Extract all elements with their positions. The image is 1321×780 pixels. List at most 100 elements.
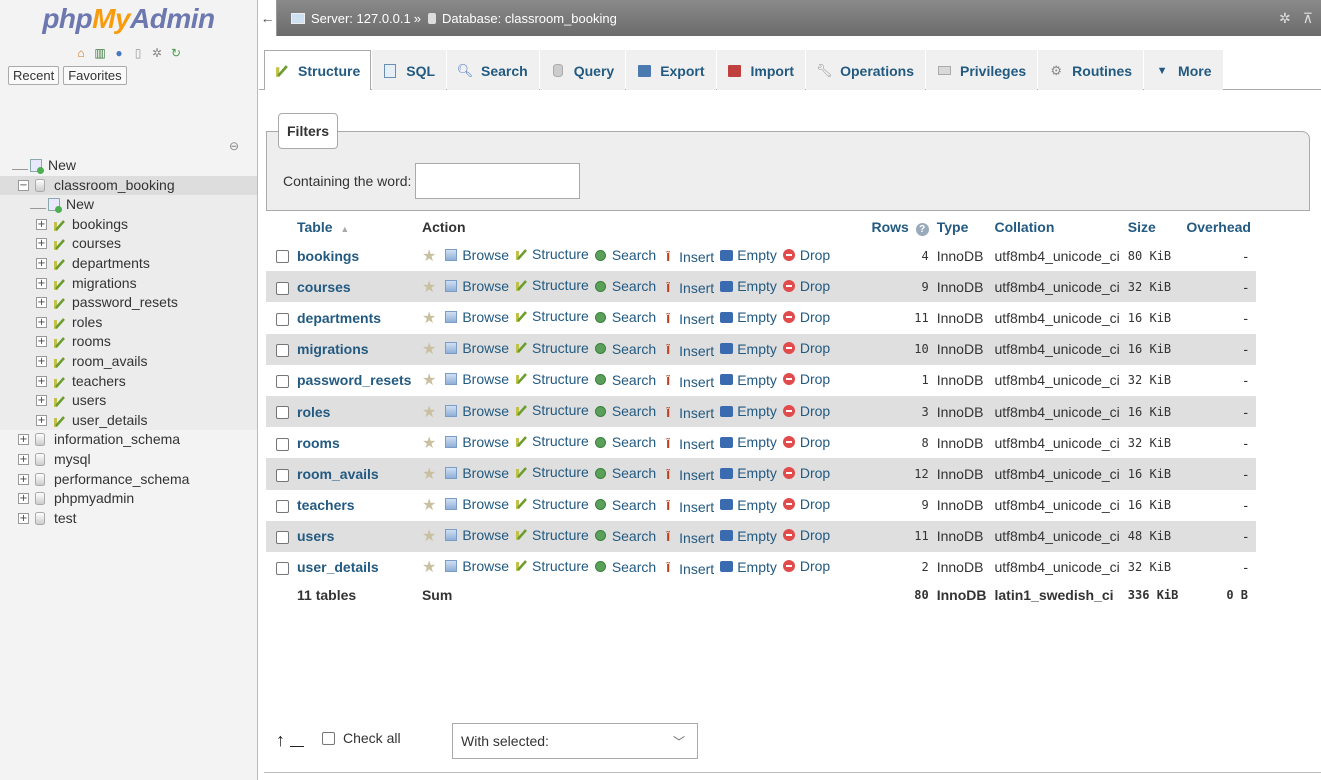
- nav-tree-label[interactable]: roles: [72, 313, 102, 332]
- breadcrumb-database[interactable]: Database: classroom_booking: [442, 11, 617, 26]
- nav-tree-item-password-resets[interactable]: + password_resets: [0, 293, 257, 313]
- insert-action[interactable]: Ĩ Insert: [661, 249, 714, 265]
- col-table[interactable]: Table ▲: [293, 214, 418, 240]
- table-name-link[interactable]: migrations: [297, 341, 369, 357]
- drop-action[interactable]: Drop: [782, 558, 830, 574]
- settings-gear-icon[interactable]: ✲: [1279, 10, 1291, 27]
- row-checkbox[interactable]: [276, 281, 289, 295]
- search-action[interactable]: Search: [594, 403, 656, 419]
- favorite-star-icon[interactable]: ★: [422, 497, 436, 514]
- empty-action[interactable]: Empty: [719, 497, 777, 513]
- col-rows[interactable]: Rows ?: [856, 214, 933, 240]
- row-checkbox[interactable]: [276, 406, 289, 420]
- table-name-link[interactable]: users: [297, 528, 334, 544]
- breadcrumb-server[interactable]: Server: 127.0.0.1: [311, 11, 411, 26]
- sort-collation-link[interactable]: Collation: [994, 219, 1054, 235]
- insert-action[interactable]: Ĩ Insert: [661, 311, 714, 327]
- collapse-top-icon[interactable]: ⊼: [1303, 10, 1313, 27]
- empty-action[interactable]: Empty: [719, 465, 777, 481]
- tab-import[interactable]: Import: [716, 50, 806, 90]
- search-action[interactable]: Search: [594, 372, 656, 388]
- nav-tree-item-phpmyadmin[interactable]: + phpmyadmin: [0, 489, 257, 509]
- drop-action[interactable]: Drop: [782, 340, 830, 356]
- nav-tree-item-migrations[interactable]: + migrations: [0, 273, 257, 294]
- expand-icon[interactable]: +: [36, 277, 47, 289]
- drop-action[interactable]: Drop: [782, 527, 830, 543]
- recent-tab[interactable]: Recent: [8, 66, 60, 85]
- nav-tree-item-room-avails[interactable]: + room_avails: [0, 351, 257, 372]
- browse-action[interactable]: Browse: [444, 309, 509, 325]
- table-name-link[interactable]: user_details: [297, 559, 379, 575]
- expand-icon[interactable]: +: [18, 434, 29, 446]
- empty-action[interactable]: Empty: [719, 278, 777, 294]
- check-all[interactable]: Check all: [322, 730, 401, 746]
- nav-tree-label[interactable]: users: [72, 391, 106, 410]
- favorite-star-icon[interactable]: ★: [422, 310, 436, 327]
- empty-action[interactable]: Empty: [719, 309, 777, 325]
- browse-action[interactable]: Browse: [444, 434, 509, 450]
- collapse-icon[interactable]: −: [18, 179, 29, 191]
- browse-action[interactable]: Browse: [444, 278, 509, 294]
- structure-action[interactable]: Structure: [514, 277, 589, 293]
- drop-action[interactable]: Drop: [782, 278, 830, 294]
- check-all-checkbox[interactable]: [322, 731, 335, 745]
- nav-tree-item-user-details[interactable]: + user_details: [0, 410, 257, 431]
- search-action[interactable]: Search: [594, 309, 656, 325]
- search-action[interactable]: Search: [594, 278, 656, 294]
- browse-action[interactable]: Browse: [444, 340, 509, 356]
- expand-icon[interactable]: +: [36, 238, 47, 250]
- nav-tree-item-New[interactable]: New: [0, 195, 257, 215]
- search-action[interactable]: Search: [594, 341, 656, 357]
- empty-action[interactable]: Empty: [719, 341, 777, 357]
- empty-action[interactable]: Empty: [719, 559, 777, 575]
- structure-action[interactable]: Structure: [514, 558, 589, 574]
- row-checkbox[interactable]: [276, 312, 289, 326]
- insert-action[interactable]: Ĩ Insert: [661, 374, 714, 390]
- nav-tree-label[interactable]: bookings: [72, 215, 128, 234]
- nav-tree-item-performance-schema[interactable]: + performance_schema: [0, 470, 257, 490]
- favorites-tab[interactable]: Favorites: [63, 66, 127, 85]
- col-type[interactable]: Type: [932, 214, 991, 240]
- table-name-link[interactable]: departments: [297, 310, 381, 326]
- nav-tree-label[interactable]: courses: [72, 234, 121, 253]
- col-overhead[interactable]: Overhead: [1182, 214, 1256, 240]
- favorite-star-icon[interactable]: ★: [422, 248, 436, 265]
- browse-action[interactable]: Browse: [444, 247, 509, 263]
- nav-tree-label[interactable]: teachers: [72, 372, 126, 391]
- row-checkbox[interactable]: [276, 375, 289, 389]
- sort-table-link[interactable]: Table: [297, 219, 333, 235]
- docs-icon[interactable]: ▯: [131, 46, 145, 60]
- insert-action[interactable]: Ĩ Insert: [661, 467, 714, 483]
- nav-tree-item-bookings[interactable]: + bookings: [0, 214, 257, 235]
- nav-tree-item-classroom-booking[interactable]: − classroom_booking: [0, 175, 257, 196]
- empty-action[interactable]: Empty: [719, 372, 777, 388]
- structure-action[interactable]: Structure: [514, 340, 589, 356]
- favorite-star-icon[interactable]: ★: [422, 435, 436, 452]
- empty-action[interactable]: Empty: [719, 528, 777, 544]
- with-selected-dropdown[interactable]: With selected: ﹀: [452, 723, 698, 759]
- tab-structure[interactable]: Structure: [264, 50, 372, 90]
- expand-icon[interactable]: +: [36, 414, 47, 426]
- nav-tree-item-teachers[interactable]: + teachers: [0, 371, 257, 392]
- expand-icon[interactable]: +: [36, 297, 47, 309]
- row-checkbox[interactable]: [276, 531, 289, 545]
- insert-action[interactable]: Ĩ Insert: [661, 343, 714, 359]
- expand-icon[interactable]: +: [36, 355, 47, 367]
- expand-icon[interactable]: +: [36, 336, 47, 348]
- nav-tree-item-users[interactable]: + users: [0, 391, 257, 411]
- nav-tree-label[interactable]: departments: [72, 254, 150, 273]
- table-name-link[interactable]: roles: [297, 404, 330, 420]
- link-icon[interactable]: ⊖: [229, 139, 239, 153]
- col-collation[interactable]: Collation: [990, 214, 1124, 240]
- browse-action[interactable]: Browse: [444, 496, 509, 512]
- table-name-link[interactable]: rooms: [297, 435, 340, 451]
- favorite-star-icon[interactable]: ★: [422, 341, 436, 358]
- nav-tree-label[interactable]: performance_schema: [54, 470, 189, 489]
- nav-tree-label[interactable]: mysql: [54, 450, 91, 469]
- drop-action[interactable]: Drop: [782, 465, 830, 481]
- tab-export[interactable]: Export: [626, 50, 716, 90]
- structure-action[interactable]: Structure: [514, 246, 589, 262]
- browse-action[interactable]: Browse: [444, 527, 509, 543]
- drop-action[interactable]: Drop: [782, 247, 830, 263]
- favorite-star-icon[interactable]: ★: [422, 404, 436, 421]
